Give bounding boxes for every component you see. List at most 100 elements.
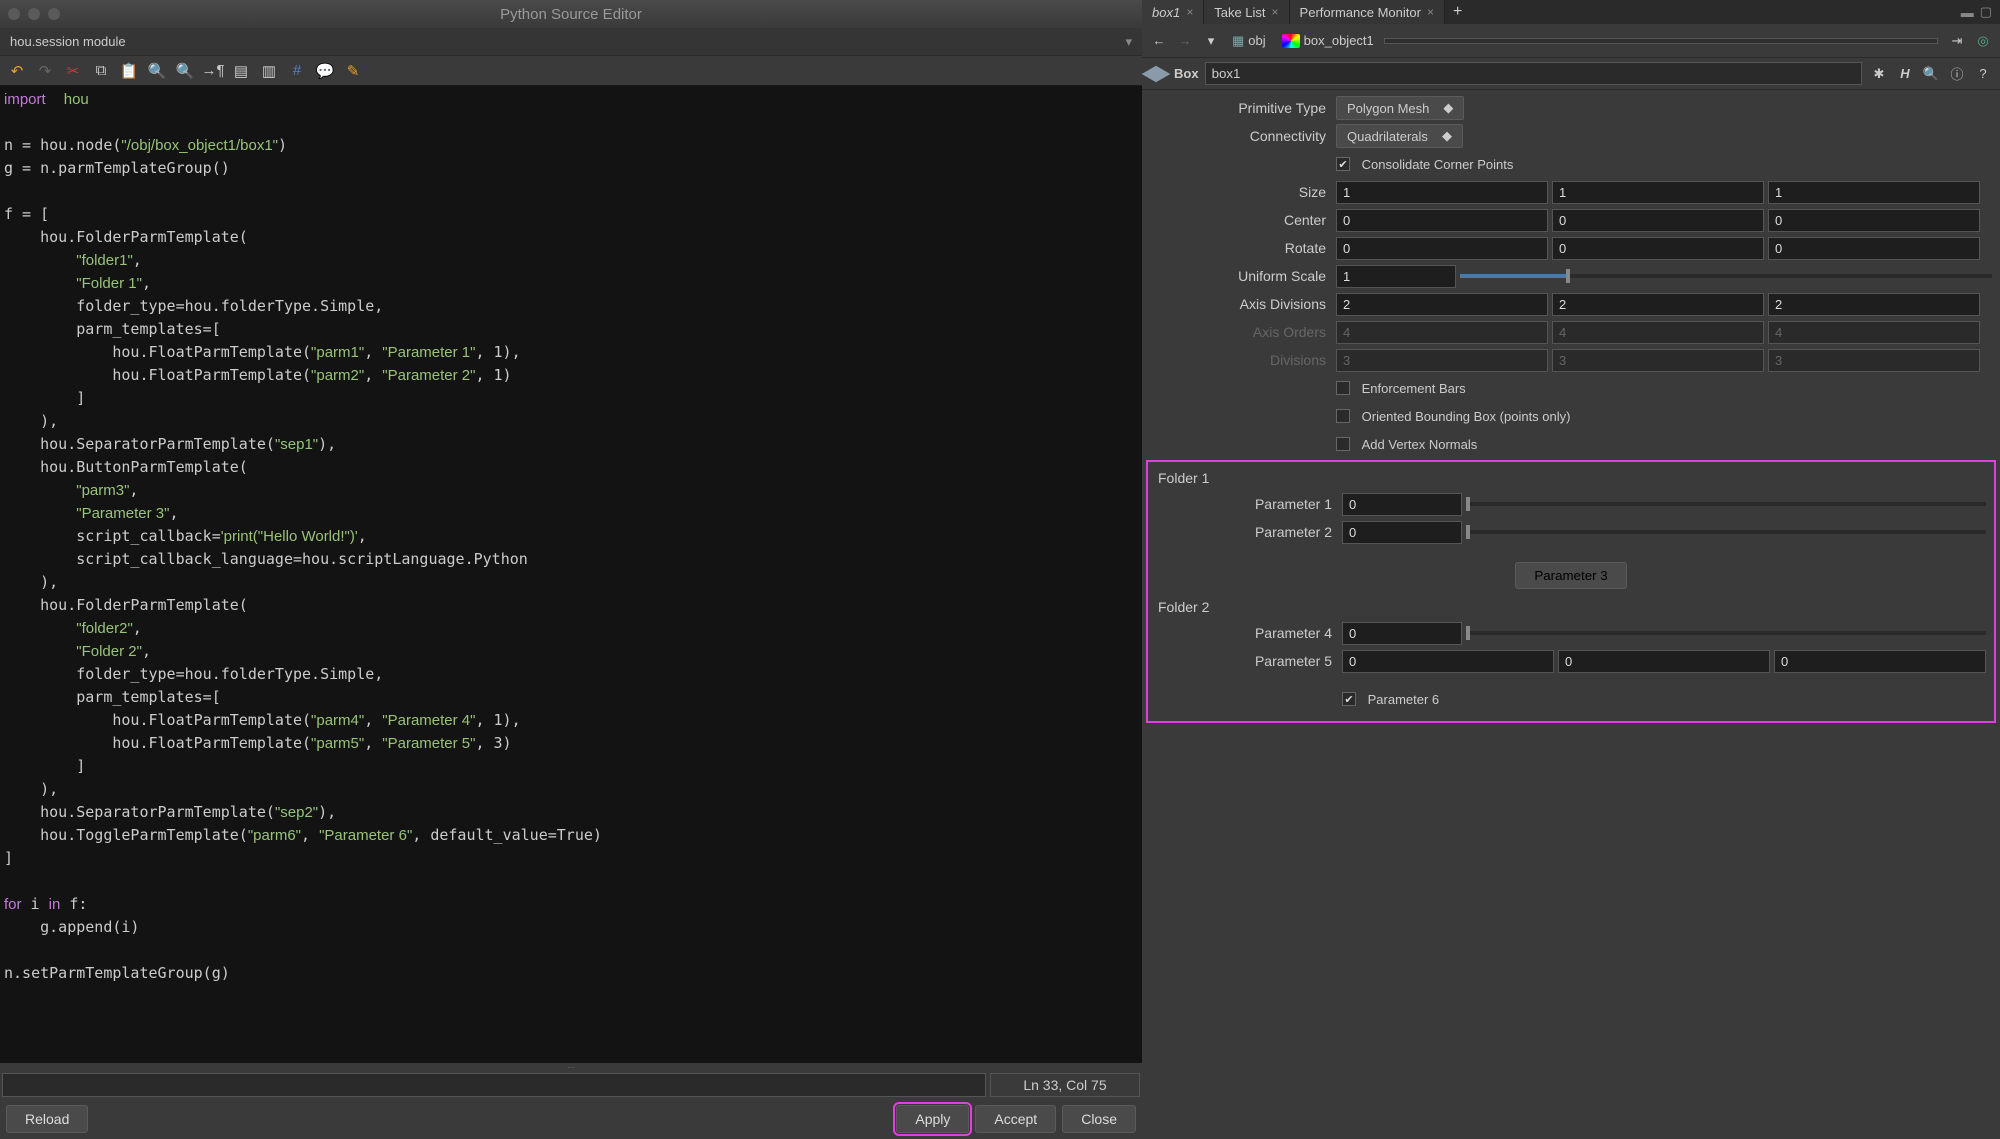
reload-button[interactable]: Reload [6, 1105, 88, 1133]
path-input[interactable] [1384, 38, 1938, 44]
search-icon[interactable]: 🔍 [146, 60, 168, 82]
python-editor-panel: Python Source Editor hou.session module … [0, 0, 1142, 1139]
close-icon[interactable]: × [1186, 5, 1193, 19]
parameter-5-x-input[interactable] [1342, 650, 1554, 673]
redo-icon[interactable]: ↷ [34, 60, 56, 82]
tab-performance[interactable]: Performance Monitor× [1290, 0, 1445, 24]
enforcement-checkbox[interactable] [1336, 381, 1350, 395]
rotate-y-input[interactable] [1552, 237, 1764, 260]
path-node[interactable]: box_object1 [1276, 31, 1380, 50]
node-name-input[interactable] [1205, 62, 1862, 85]
search-icon[interactable]: 🔍 [1920, 63, 1942, 85]
goto-icon[interactable]: →¶ [202, 60, 224, 82]
pin-icon[interactable]: ⇥ [1946, 30, 1968, 52]
link-icon[interactable]: ◎ [1972, 30, 1994, 52]
nav-back-icon[interactable]: ← [1148, 30, 1170, 52]
param-label: Parameter 2 [1156, 524, 1342, 540]
outdent-icon[interactable]: ▥ [258, 60, 280, 82]
size-z-input[interactable] [1768, 181, 1980, 204]
copy-icon[interactable]: ⧉ [90, 60, 112, 82]
vnorm-checkbox[interactable] [1336, 437, 1350, 451]
apply-button[interactable]: Apply [896, 1105, 969, 1133]
parameter-6-checkbox[interactable] [1342, 692, 1356, 706]
splitter-handle[interactable]: ⋯ [0, 1063, 1142, 1071]
axisdiv-x-input[interactable] [1336, 293, 1548, 316]
gear-icon[interactable]: ✱ [1868, 63, 1890, 85]
axisdiv-z-input[interactable] [1768, 293, 1980, 316]
custom-params-highlight: Folder 1 Parameter 1 Parameter 2 Paramet… [1146, 460, 1996, 723]
tab-take-list[interactable]: Take List× [1204, 0, 1289, 24]
divisions-y-input [1552, 349, 1764, 372]
param-label: Uniform Scale [1150, 268, 1336, 284]
axisdiv-y-input[interactable] [1552, 293, 1764, 316]
divisions-z-input [1768, 349, 1980, 372]
tab-box1[interactable]: box1× [1142, 0, 1204, 24]
close-icon[interactable]: × [1427, 5, 1434, 19]
axisord-y-input [1552, 321, 1764, 344]
code-editor[interactable]: import hou n = hou.node("/obj/box_object… [0, 86, 1142, 1063]
tabs: box1× Take List× Performance Monitor× + … [1142, 0, 2000, 24]
param-label: Size [1150, 184, 1336, 200]
command-input[interactable] [2, 1073, 986, 1097]
maximize-pane-icon[interactable]: ▢ [1980, 4, 1992, 20]
param-label: Parameter 1 [1156, 496, 1342, 512]
close-icon[interactable]: × [1272, 5, 1279, 19]
primitive-type-select[interactable]: Polygon Mesh◆ [1336, 96, 1464, 120]
indent-icon[interactable]: ▤ [230, 60, 252, 82]
parameter-2-input[interactable] [1342, 521, 1462, 544]
center-y-input[interactable] [1552, 209, 1764, 232]
accept-button[interactable]: Accept [975, 1105, 1056, 1133]
param-label: Consolidate Corner Points [1362, 157, 1514, 172]
param-label: Axis Orders [1150, 324, 1336, 340]
nav-forward-icon[interactable]: → [1174, 30, 1196, 52]
cut-icon[interactable]: ✂ [62, 60, 84, 82]
uniform-scale-slider[interactable] [1460, 274, 1992, 278]
parameter-2-slider[interactable] [1466, 530, 1986, 534]
node-header: Box ✱ H 🔍 ⓘ ? [1142, 58, 2000, 90]
rotate-x-input[interactable] [1336, 237, 1548, 260]
center-z-input[interactable] [1768, 209, 1980, 232]
info-icon[interactable]: ⓘ [1946, 63, 1968, 85]
center-x-input[interactable] [1336, 209, 1548, 232]
chevron-icon: ◆ [1443, 100, 1453, 116]
param-label: Add Vertex Normals [1362, 437, 1478, 452]
external-editor-icon[interactable]: ✎ [342, 60, 364, 82]
param-label: Divisions [1150, 352, 1336, 368]
minimize-pane-icon[interactable]: ▬ [1961, 5, 1974, 20]
chevron-icon: ◆ [1442, 128, 1452, 144]
param-label: Primitive Type [1150, 100, 1336, 116]
param-label: Enforcement Bars [1362, 381, 1466, 396]
parameter-4-slider[interactable] [1466, 631, 1986, 635]
parameter-5-y-input[interactable] [1558, 650, 1770, 673]
connectivity-select[interactable]: Quadrilaterals◆ [1336, 124, 1463, 148]
axisord-x-input [1336, 321, 1548, 344]
param-label: Rotate [1150, 240, 1336, 256]
divisions-x-input [1336, 349, 1548, 372]
replace-icon[interactable]: 🔍 [174, 60, 196, 82]
parameter-1-input[interactable] [1342, 493, 1462, 516]
size-x-input[interactable] [1336, 181, 1548, 204]
uniform-scale-input[interactable] [1336, 265, 1456, 288]
path-obj[interactable]: ▦ obj [1226, 31, 1272, 51]
parameter-1-slider[interactable] [1466, 502, 1986, 506]
nav-menu-icon[interactable]: ▾ [1200, 30, 1222, 52]
parameter-4-input[interactable] [1342, 622, 1462, 645]
consolidate-checkbox[interactable] [1336, 157, 1350, 171]
help-icon[interactable]: 💬 [314, 60, 336, 82]
comment-icon[interactable]: # [286, 60, 308, 82]
module-selector[interactable]: hou.session module ▾ [0, 28, 1142, 56]
add-tab-button[interactable]: + [1445, 0, 1470, 24]
houdini-icon[interactable]: H [1894, 63, 1916, 85]
rotate-z-input[interactable] [1768, 237, 1980, 260]
undo-icon[interactable]: ↶ [6, 60, 28, 82]
param-label: Parameter 4 [1156, 625, 1342, 641]
parameter-3-button[interactable]: Parameter 3 [1515, 562, 1626, 589]
param-label: Parameter 6 [1368, 692, 1440, 707]
paste-icon[interactable]: 📋 [118, 60, 140, 82]
obb-checkbox[interactable] [1336, 409, 1350, 423]
size-y-input[interactable] [1552, 181, 1764, 204]
close-button[interactable]: Close [1062, 1105, 1136, 1133]
help-icon[interactable]: ? [1972, 63, 1994, 85]
parameter-5-z-input[interactable] [1774, 650, 1986, 673]
dropdown-icon: ▾ [1125, 34, 1132, 50]
